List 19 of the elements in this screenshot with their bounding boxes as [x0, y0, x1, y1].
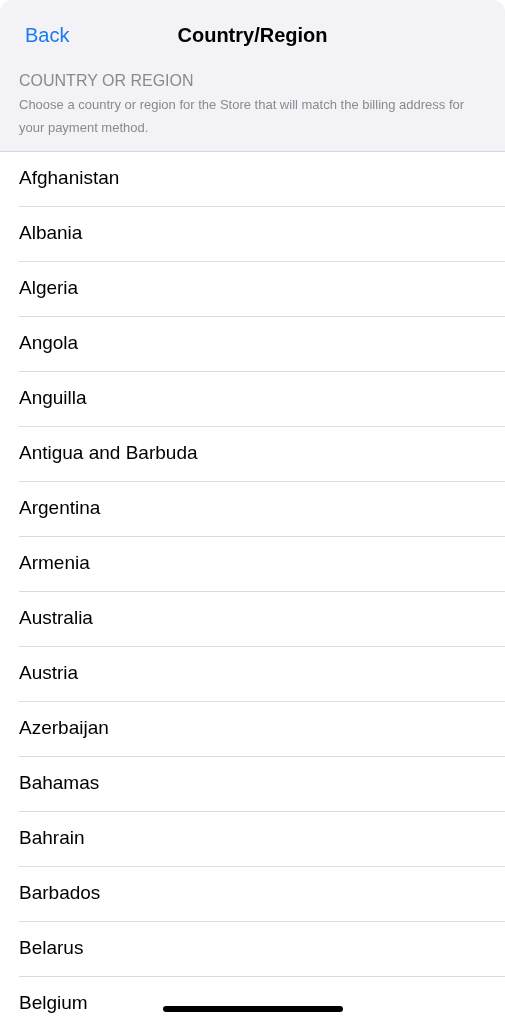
section-description: Choose a country or region for the Store that will match the billing address for your payment method. — [18, 96, 466, 137]
country-list-item[interactable]: Argentina — [19, 482, 505, 537]
screen-title: Country/Region — [177, 23, 328, 47]
country-list-item[interactable]: Bahamas — [19, 757, 505, 812]
country-list-item[interactable]: Antigua and Barbuda — [19, 427, 505, 482]
country-list-item[interactable]: Bahrain — [19, 812, 505, 867]
country-list-item[interactable]: Armenia — [19, 537, 505, 592]
country-list-item[interactable]: Anguilla — [19, 372, 505, 427]
country-list-item[interactable]: Belarus — [19, 922, 505, 977]
section-header: COUNTRY OR REGION — [18, 71, 195, 91]
country-list-item[interactable]: Australia — [19, 592, 505, 647]
country-list-item[interactable]: Angola — [19, 317, 505, 372]
back-button[interactable]: Back — [25, 22, 70, 48]
country-list-item[interactable]: Barbados — [19, 867, 505, 922]
country-list-item[interactable]: Austria — [19, 647, 505, 702]
country-list-item[interactable]: Azerbaijan — [19, 702, 505, 757]
country-list-item[interactable]: Afghanistan — [19, 152, 505, 207]
country-list-item[interactable]: Albania — [19, 207, 505, 262]
country-list-item[interactable]: Algeria — [19, 262, 505, 317]
